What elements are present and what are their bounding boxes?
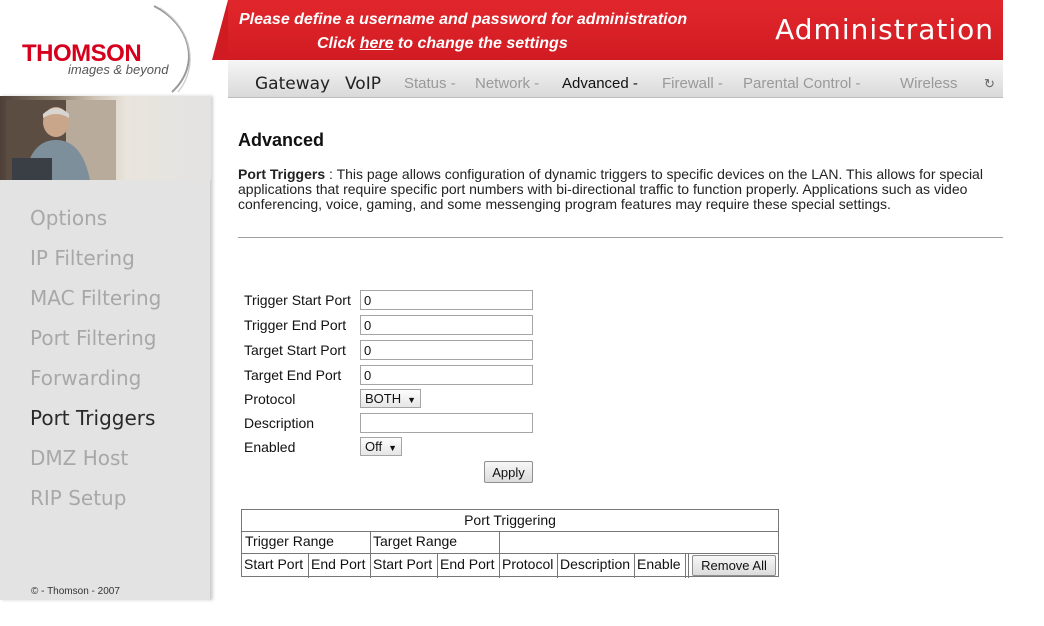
protocol-value: BOTH <box>365 391 402 406</box>
page-description: Port Triggers : This page allows configu… <box>238 167 1008 212</box>
table-rule <box>685 554 686 578</box>
top-nav: Gateway VoIP Status - Network - Advanced… <box>228 60 1003 98</box>
admin-banner: Please define a username and password fo… <box>228 0 1003 60</box>
table-rule <box>688 554 689 578</box>
table-rule <box>634 554 635 578</box>
sidebar-item-dmz-host[interactable]: DMZ Host <box>0 448 211 488</box>
table-rule <box>557 554 558 578</box>
sidebar-nav: Options IP Filtering MAC Filtering Port … <box>0 208 211 528</box>
target-range-header: Target Range <box>373 533 458 549</box>
remove-all-button[interactable]: Remove All <box>692 555 776 576</box>
nav-parental-control[interactable]: Parental Control - <box>743 75 861 92</box>
trigger-end-label: Trigger End Port <box>244 317 347 333</box>
trigger-start-port-input[interactable] <box>360 290 533 310</box>
table-rule <box>370 554 371 578</box>
protocol-label: Protocol <box>244 391 296 407</box>
banner-instruction-prefix: Click <box>317 35 360 52</box>
trigger-range-header: Trigger Range <box>245 533 334 549</box>
table-rule <box>308 554 309 578</box>
column-header-protocol: Protocol <box>502 556 554 572</box>
trigger-end-port-input[interactable] <box>360 315 533 335</box>
description-label: Description <box>244 415 315 431</box>
trigger-start-label: Trigger Start Port <box>244 292 351 308</box>
sidebar-photo <box>0 96 211 180</box>
target-end-label: Target End Port <box>244 367 342 383</box>
table-rule <box>370 531 371 554</box>
nav-voip[interactable]: VoIP <box>345 74 381 94</box>
brand-tagline: images & beyond <box>68 62 169 77</box>
sidebar-item-rip-setup[interactable]: RIP Setup <box>0 488 211 528</box>
nav-network[interactable]: Network - <box>475 75 539 92</box>
protocol-select[interactable]: BOTH ▼ <box>360 389 422 408</box>
sidebar-item-port-filtering[interactable]: Port Filtering <box>0 328 211 368</box>
port-triggering-table: Port Triggering Trigger Range Target Ran… <box>241 509 779 578</box>
column-header-target-end: End Port <box>440 556 495 572</box>
change-settings-link[interactable]: here <box>360 35 394 52</box>
table-rule <box>499 531 500 554</box>
sidebar-item-ip-filtering[interactable]: IP Filtering <box>0 248 211 288</box>
sidebar-item-port-triggers[interactable]: Port Triggers <box>0 408 211 448</box>
nav-advanced[interactable]: Advanced - <box>562 75 638 92</box>
table-rule <box>437 554 438 578</box>
target-start-label: Target Start Port <box>244 342 346 358</box>
description-input[interactable] <box>360 413 533 433</box>
target-end-port-input[interactable] <box>360 365 533 385</box>
column-header-enable: Enable <box>637 556 681 572</box>
column-header-description: Description <box>560 556 631 572</box>
intro-heading: Port Triggers <box>238 166 326 182</box>
copyright-text: © - Thomson - 2007 <box>31 586 120 597</box>
sidebar-item-options[interactable]: Options <box>0 208 211 248</box>
sidebar-item-forwarding[interactable]: Forwarding <box>0 368 211 408</box>
logo-swoosh-icon <box>153 5 191 93</box>
table-caption: Port Triggering <box>464 512 556 528</box>
loading-spinner-icon: ↻ <box>984 76 995 91</box>
enabled-label: Enabled <box>244 439 296 455</box>
apply-button[interactable]: Apply <box>484 461 533 483</box>
column-header-trigger-start: Start Port <box>244 556 304 572</box>
sidebar: Options IP Filtering MAC Filtering Port … <box>0 96 211 600</box>
sidebar-item-mac-filtering[interactable]: MAC Filtering <box>0 288 211 328</box>
column-header-trigger-end: End Port <box>311 556 366 572</box>
target-start-port-input[interactable] <box>360 340 533 360</box>
column-header-target-start: Start Port <box>373 556 433 572</box>
intro-text: This page allows configuration of dynami… <box>238 166 983 212</box>
enabled-value: Off <box>365 439 383 454</box>
person-photo-icon <box>6 100 116 180</box>
nav-firewall[interactable]: Firewall - <box>662 75 723 92</box>
banner-instruction: Click here to change the settings <box>317 35 568 53</box>
dropdown-arrow-icon: ▼ <box>388 443 398 453</box>
intro-separator: : <box>325 166 337 182</box>
dropdown-arrow-icon: ▼ <box>407 395 417 405</box>
enabled-select[interactable]: Off ▼ <box>360 437 403 456</box>
banner-instruction-suffix: to change the settings <box>393 35 568 52</box>
table-rule <box>499 554 500 578</box>
nav-wireless[interactable]: Wireless <box>900 75 958 92</box>
banner-message: Please define a username and password fo… <box>239 11 688 28</box>
page-section-title: Administration <box>775 13 994 46</box>
nav-status[interactable]: Status - <box>404 75 456 92</box>
section-divider <box>238 237 1003 238</box>
nav-gateway[interactable]: Gateway <box>255 74 330 94</box>
page-title: Advanced <box>238 130 325 150</box>
logo-area: THOMSON images & beyond <box>0 0 211 96</box>
